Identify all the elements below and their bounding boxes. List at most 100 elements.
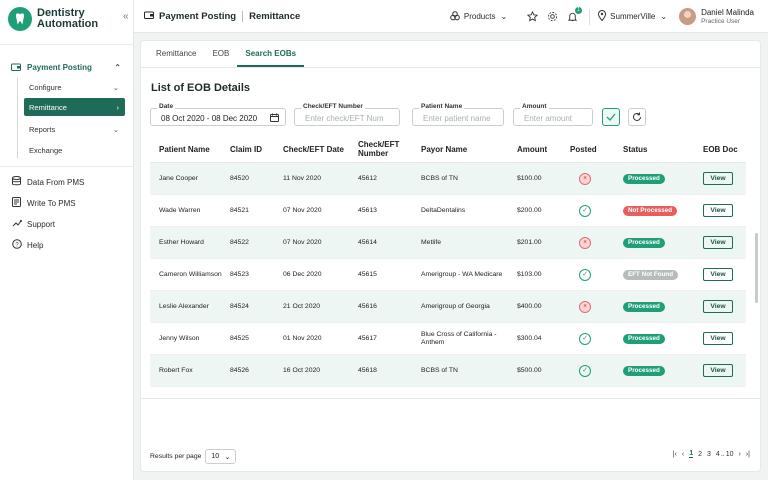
chevron-down-icon: ⌄ (500, 12, 508, 21)
table-body: Jane Cooper 84520 11 Nov 2020 45612 BCBS of … (150, 163, 746, 387)
prev-page-icon[interactable]: ‹ (682, 451, 684, 458)
col-payor-name[interactable]: Payor Name (421, 145, 517, 154)
patient-name-field[interactable]: Patient Name Enter patient name (412, 103, 504, 126)
claim-id-cell: 84523 (230, 270, 249, 278)
view-eob-button[interactable]: View (703, 172, 733, 185)
sidebar-item-exchange[interactable]: Exchange (24, 141, 125, 159)
col-posted[interactable]: Posted (570, 145, 623, 154)
divider (242, 10, 244, 22)
support-icon (11, 218, 22, 230)
results-per-page-select[interactable]: 10 ⌄ (205, 449, 237, 464)
page-ellipsis: .. (720, 450, 725, 458)
status-cell: Processed (623, 237, 703, 248)
page-link[interactable]: 4 (716, 451, 720, 458)
view-eob-button[interactable]: View (703, 364, 733, 377)
date-range-field[interactable]: Date 08 Oct 2020 - 08 Dec 2020 (150, 103, 286, 126)
sidebar-item-remittance[interactable]: Remittance › (24, 98, 125, 116)
tab-remittance[interactable]: Remittance (148, 41, 204, 67)
chevron-down-icon: ⌄ (660, 12, 668, 21)
gear-icon[interactable] (545, 10, 559, 24)
location-selector[interactable]: SummerVille ⌄ (598, 10, 667, 23)
not-posted-x-icon: × (579, 300, 591, 313)
bell-icon[interactable]: 1 (565, 6, 583, 24)
table-row[interactable]: Cameron Williamson 84523 06 Dec 2020 45615 A… (150, 259, 746, 291)
sidebar-item-write-to-pms[interactable]: Write To PMS (11, 196, 125, 210)
breadcrumb: Payment Posting Remittance (144, 10, 300, 22)
tab-search-eobs[interactable]: Search EOBs (237, 41, 305, 67)
help-icon: ? (11, 239, 22, 251)
col-amount[interactable]: Amount (517, 145, 570, 154)
tab-eob[interactable]: EOB (204, 41, 237, 67)
status-badge: Processed (623, 365, 665, 376)
payor-name-cell: Amerigroup - WA Medicare (421, 270, 503, 278)
sidebar-item-support[interactable]: Support (11, 217, 125, 231)
view-eob-button[interactable]: View (703, 204, 733, 217)
avatar[interactable] (679, 8, 697, 25)
status-cell: Processed (623, 365, 703, 376)
app-logo[interactable]: Dentistry Automation (8, 7, 98, 31)
eob-doc-cell: View (703, 204, 746, 217)
check-eft-date-cell: 11 Nov 2020 (283, 174, 322, 182)
col-check-eft-number[interactable]: Check/EFT Number (358, 140, 421, 158)
last-page-icon[interactable]: ›| (746, 451, 750, 458)
calendar-icon[interactable] (270, 113, 279, 124)
sidebar-item-label: Write To PMS (27, 198, 76, 208)
pagination: |‹ ‹ 1 2 3 4 .. 10 › ›| (668, 450, 750, 458)
page-link[interactable]: 3 (707, 451, 711, 458)
reset-filter-button[interactable] (628, 108, 646, 126)
sidebar-item-help[interactable]: ? Help (11, 238, 125, 252)
page-link[interactable]: 10 (726, 451, 734, 458)
star-icon[interactable] (525, 10, 539, 24)
user-info[interactable]: Daniel Malinda Practice User (701, 8, 754, 26)
table-row[interactable]: Jane Cooper 84520 11 Nov 2020 45612 BCBS of … (150, 163, 746, 195)
check-eft-number-field[interactable]: Check/EFT Number Enter check/EFT Num (294, 103, 400, 126)
tooth-logo-icon (8, 7, 32, 31)
posted-cell: ✓ (570, 364, 623, 377)
col-status[interactable]: Status (623, 145, 703, 154)
collapse-sidebar-icon[interactable]: « (123, 11, 129, 22)
check-eft-number-placeholder: Enter check/EFT Num (305, 114, 384, 123)
page-link[interactable]: 2 (698, 451, 702, 458)
amount-field[interactable]: Amount Enter amount (513, 103, 593, 126)
sidebar-item-configure[interactable]: Configure ⌄ (24, 78, 125, 96)
date-range-value: 08 Oct 2020 - 08 Dec 2020 (161, 114, 258, 123)
write-icon (11, 197, 22, 209)
table-row[interactable]: Robert Fox 84526 16 Oct 2020 45618 BCBS of T… (150, 355, 746, 387)
col-patient-name[interactable]: Patient Name (150, 145, 230, 154)
status-badge: Processed (623, 173, 665, 184)
sidebar-item-reports[interactable]: Reports ⌄ (24, 120, 125, 138)
col-claim-id[interactable]: Claim ID (230, 145, 283, 154)
divider (141, 67, 760, 68)
col-check-eft-date[interactable]: Check/EFT Date (283, 145, 358, 154)
view-eob-button[interactable]: View (703, 300, 733, 313)
check-eft-number-cell: 45614 (358, 238, 377, 246)
table-scrollbar[interactable] (755, 233, 758, 303)
page-link[interactable]: 1 (689, 450, 694, 458)
view-eob-button[interactable]: View (703, 268, 733, 281)
apply-filter-button[interactable] (602, 108, 620, 126)
status-badge: Processed (623, 301, 665, 312)
products-dropdown[interactable]: Products ⌄ (450, 10, 508, 23)
patient-name-cell: Esther Howard (159, 238, 204, 246)
col-eob-doc[interactable]: EOB Doc (703, 145, 746, 154)
table-row[interactable]: Jenny Wilson 84525 01 Nov 2020 45617 Blue Cr… (150, 323, 746, 355)
check-eft-number-cell: 45612 (358, 174, 377, 182)
table-row[interactable]: Esther Howard 84522 07 Nov 2020 45614 Metlif… (150, 227, 746, 259)
view-eob-button[interactable]: View (703, 332, 733, 345)
results-per-page-value: 10 (211, 453, 220, 460)
sidebar-group-payment-posting[interactable]: Payment Posting ⌃ (11, 60, 125, 74)
status-badge: EFT Not Found (623, 269, 679, 280)
location-pin-icon (598, 10, 607, 23)
table-row[interactable]: Wade Warren 84521 07 Nov 2020 45613 DeltaDen… (150, 195, 746, 227)
products-label: Products (463, 12, 496, 21)
posted-check-icon: ✓ (579, 204, 591, 217)
next-page-icon[interactable]: › (739, 451, 741, 458)
sidebar-item-data-from-pms[interactable]: Data From PMS (11, 175, 125, 189)
first-page-icon[interactable]: |‹ (673, 451, 677, 458)
payor-name-cell: Amerigroup of Georgia (421, 302, 490, 310)
tab-bar: Remittance EOB Search EOBs (148, 41, 305, 67)
payor-name-cell: DeltaDentalins (421, 206, 466, 214)
table-row[interactable]: Leslie Alexander 84524 21 Oct 2020 45616 Am… (150, 291, 746, 323)
view-eob-button[interactable]: View (703, 236, 733, 249)
notification-badge: 1 (575, 6, 583, 14)
